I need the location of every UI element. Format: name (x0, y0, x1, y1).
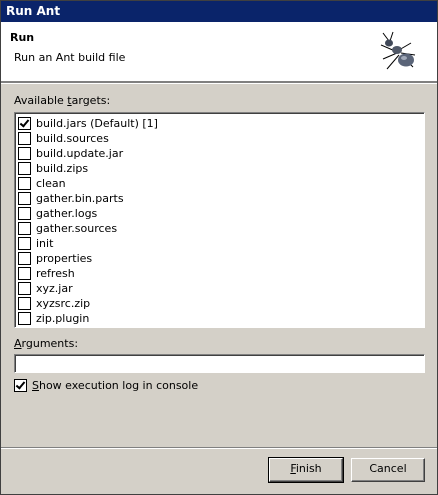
cancel-button[interactable]: Cancel (351, 458, 425, 482)
arguments-label: Arguments: (14, 337, 79, 350)
target-checkbox[interactable] (18, 147, 31, 160)
target-label: gather.bin.parts (36, 192, 124, 205)
finish-button[interactable]: Finish (268, 457, 344, 483)
dialog-banner: Run Run an Ant build file (1, 22, 437, 82)
targets-list[interactable]: build.jars (Default) [1] build.sources bui… (14, 112, 425, 328)
target-checkbox[interactable] (18, 267, 31, 280)
target-label: properties (36, 252, 93, 265)
available-targets-label: Available targets: (14, 94, 111, 107)
target-item[interactable]: zip.plugin (18, 311, 89, 326)
target-item[interactable]: build.update.jar (18, 146, 123, 161)
target-checkbox[interactable] (18, 132, 31, 145)
target-item[interactable]: build.zips (18, 161, 88, 176)
show-log-checkbox[interactable] (14, 379, 27, 392)
run-ant-dialog: Run Ant Run Run an Ant build file Availa… (0, 0, 438, 495)
target-checkbox[interactable] (18, 237, 31, 250)
target-item[interactable]: clean (18, 176, 66, 191)
target-label: gather.logs (36, 207, 98, 220)
arguments-input[interactable] (14, 354, 425, 373)
target-checkbox[interactable] (18, 117, 31, 130)
target-checkbox[interactable] (18, 177, 31, 190)
target-item[interactable]: gather.bin.parts (18, 191, 124, 206)
target-checkbox[interactable] (18, 312, 31, 325)
target-item[interactable]: refresh (18, 266, 75, 281)
target-label: build.sources (36, 132, 109, 145)
target-item[interactable]: init (18, 236, 53, 251)
target-label: xyz.jar (36, 282, 73, 295)
target-label: xyzsrc.zip (36, 297, 91, 310)
target-item[interactable]: build.jars (Default) [1] (18, 116, 158, 131)
target-checkbox[interactable] (18, 282, 31, 295)
target-label: zip.plugin (36, 312, 90, 325)
target-label: build.update.jar (36, 147, 124, 160)
target-checkbox[interactable] (18, 297, 31, 310)
show-log-label: Show execution log in console (32, 379, 199, 392)
target-checkbox[interactable] (18, 162, 31, 175)
target-label: build.zips (36, 162, 89, 175)
target-item[interactable]: xyz.jar (18, 281, 73, 296)
show-log-option[interactable]: Show execution log in console (14, 379, 198, 392)
target-checkbox[interactable] (18, 222, 31, 235)
button-bar-separator (1, 447, 437, 449)
target-checkbox[interactable] (18, 192, 31, 205)
window-title: Run Ant (6, 4, 61, 18)
target-item[interactable]: xyzsrc.zip (18, 296, 90, 311)
target-label: build.jars (Default) [1] (36, 117, 158, 130)
banner-title: Run (10, 31, 35, 44)
title-bar[interactable]: Run Ant (1, 1, 437, 22)
target-checkbox[interactable] (18, 252, 31, 265)
target-item[interactable]: gather.logs (18, 206, 97, 221)
target-item[interactable]: gather.sources (18, 221, 117, 236)
ant-icon (380, 31, 416, 70)
banner-separator (1, 82, 437, 84)
banner-description: Run an Ant build file (14, 51, 126, 64)
target-item[interactable]: properties (18, 251, 92, 266)
target-checkbox[interactable] (18, 207, 31, 220)
target-item[interactable]: build.sources (18, 131, 109, 146)
target-label: gather.sources (36, 222, 118, 235)
target-label: refresh (36, 267, 75, 280)
target-label: clean (36, 177, 66, 190)
target-label: init (36, 237, 54, 250)
